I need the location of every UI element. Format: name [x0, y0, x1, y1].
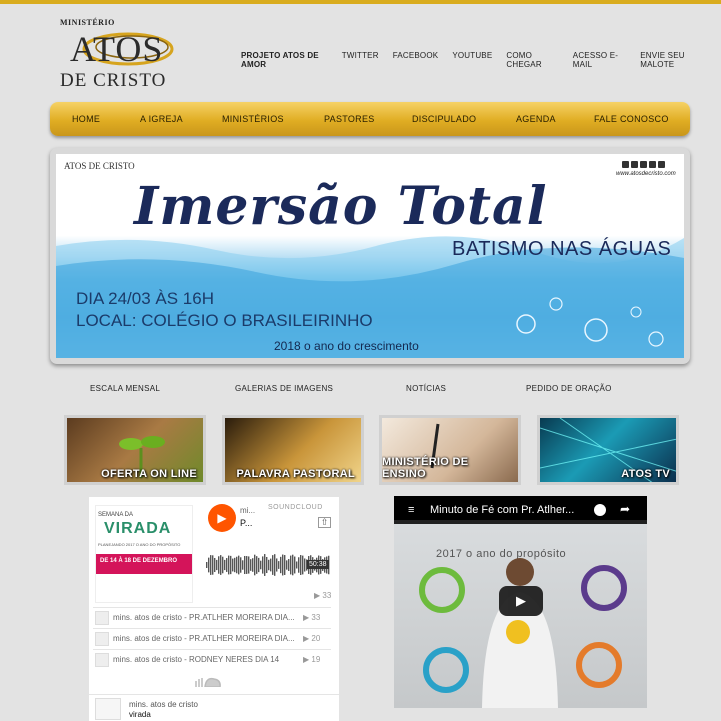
banner-logo: ATOS DE CRISTO [64, 161, 135, 171]
track-plays: ▶ 33 [303, 613, 321, 622]
soundcloud-duration: 50:38 [307, 560, 329, 569]
track-thumb [95, 653, 109, 667]
art-line3: PLANEJANDO 2017 O ANO DO PROPÓSITO [98, 542, 181, 547]
top-accent-bar [0, 0, 721, 4]
thumb-oferta[interactable]: OFERTA ON LINE [64, 415, 206, 485]
top-link-como-chegar[interactable]: COMO CHEGAR [506, 51, 558, 69]
nav-home[interactable]: HOME [72, 114, 100, 124]
art-line1: SEMANA DA [98, 512, 134, 518]
nav-ministerios[interactable]: MINISTÉRIOS [222, 114, 284, 124]
track-row[interactable]: mins. atos de cristo - RODNEY NERES DIA … [93, 649, 331, 669]
soundcloud-artist[interactable]: mi... [240, 506, 255, 515]
soundcloud-footer[interactable]: mins. atos de cristo virada [89, 694, 339, 721]
track-title: mins. atos de cristo - PR.ATLHER MOREIRA… [113, 613, 295, 622]
top-link-twitter[interactable]: TWITTER [342, 51, 379, 69]
share-arrow-icon[interactable]: ➦ [620, 502, 630, 516]
banner-title: Imersão Total [134, 176, 548, 237]
thumb-ensino-label: MINISTÉRIO DE ENSINO [382, 456, 469, 480]
link-pedido-oracao[interactable]: PEDIDO DE ORAÇÃO [526, 384, 612, 393]
soundcloud-brand[interactable]: SOUNDCLOUD [268, 504, 323, 511]
main-nav: HOME A IGREJA MINISTÉRIOS PASTORES DISCI… [50, 102, 690, 136]
banner-subtitle: BATISMO NAS ÁGUAS [452, 238, 672, 260]
logo-de-cristo: DE CRISTO [60, 70, 167, 91]
thumb-oferta-label: OFERTA ON LINE [101, 468, 197, 480]
art-line4: DE 14 À 18 DE DEZEMBRO [100, 558, 178, 564]
thumb-ensino[interactable]: MINISTÉRIO DE ENSINO [379, 415, 521, 485]
link-noticias[interactable]: NOTÍCIAS [406, 384, 446, 393]
nav-fale-conosco[interactable]: FALE CONOSCO [594, 114, 669, 124]
soundcloud-widget: SEMANA DA VIRADA PLANEJANDO 2017 O ANO D… [89, 497, 339, 721]
track-plays-count: 33 [311, 613, 321, 622]
share-icon[interactable]: ⇧ [318, 517, 331, 528]
nav-discipulado[interactable]: DISCIPULADO [412, 114, 476, 124]
footer-artist: mins. atos de cristo [129, 700, 198, 709]
banner-year: 2018 o ano do crescimento [274, 339, 419, 353]
nav-pastores[interactable]: PASTORES [324, 114, 375, 124]
track-plays-count: 19 [311, 655, 321, 664]
youtube-play-button[interactable]: ▶ [499, 586, 543, 616]
top-link-malote[interactable]: ENVIE SEU MALOTE [640, 51, 707, 69]
footer-track: virada [129, 710, 151, 719]
banner-local: LOCAL: COLÉGIO O BRASILEIRINHO [76, 311, 373, 330]
thumb-palavra[interactable]: PALAVRA PASTORAL [222, 415, 364, 485]
thumb-palavra-label: PALAVRA PASTORAL [236, 468, 355, 480]
footer-avatar [95, 698, 121, 720]
soundcloud-plays: ▶ 33 [314, 591, 332, 600]
track-plays: ▶ 19 [303, 655, 321, 664]
logo-atos: ATOS [70, 29, 164, 69]
track-plays: ▶ 20 [303, 634, 321, 643]
track-thumb [95, 611, 109, 625]
banner-date: DIA 24/03 ÀS 16H [76, 289, 214, 308]
soundcloud-cloud-icon[interactable] [192, 675, 222, 687]
site-logo[interactable]: MINISTÉRIO ATOS DE CRISTO [56, 18, 174, 92]
top-link-facebook[interactable]: FACEBOOK [393, 51, 439, 69]
track-row[interactable]: mins. atos de cristo - PR.ATLHER MOREIRA… [93, 628, 331, 648]
nav-agenda[interactable]: AGENDA [516, 114, 556, 124]
link-escala-mensal[interactable]: ESCALA MENSAL [90, 384, 160, 393]
banner-social-icons [622, 161, 665, 168]
youtube-embed[interactable]: 2017 o ano do propósito ≡ Minuto de Fé c… [394, 496, 647, 708]
track-row[interactable]: mins. atos de cristo - PR.ATLHER MOREIRA… [93, 607, 331, 627]
track-thumb [95, 632, 109, 646]
soundcloud-play-button[interactable]: ▶ [208, 504, 236, 532]
youtube-title[interactable]: Minuto de Fé com Pr. Atlher... [430, 504, 574, 516]
art-line2: VIRADA [104, 520, 172, 537]
soundcloud-plays-count: 33 [322, 591, 332, 600]
banner-image: ATOS DE CRISTO www.atosdecristo.com Imer… [56, 154, 684, 358]
track-title: mins. atos de cristo - RODNEY NERES DIA … [113, 655, 280, 664]
track-plays-count: 20 [311, 634, 321, 643]
top-link-youtube[interactable]: YOUTUBE [452, 51, 492, 69]
top-link-acesso-email[interactable]: ACESSO E-MAIL [573, 51, 626, 69]
banner-date-block: DIA 24/03 ÀS 16H LOCAL: COLÉGIO O BRASIL… [76, 288, 373, 332]
soundcloud-artwork[interactable]: SEMANA DA VIRADA PLANEJANDO 2017 O ANO D… [95, 505, 193, 603]
top-links: PROJETO ATOS DE AMOR TWITTER FACEBOOK YO… [241, 51, 721, 69]
youtube-header: ≡ Minuto de Fé com Pr. Atlher... ➦ [394, 496, 647, 524]
soundcloud-track[interactable]: P... [240, 518, 252, 528]
link-galerias[interactable]: GALERIAS DE IMAGENS [235, 384, 333, 393]
track-title: mins. atos de cristo - PR.ATLHER MOREIRA… [113, 634, 295, 643]
top-link-projeto[interactable]: PROJETO ATOS DE AMOR [241, 51, 328, 69]
playlist-icon[interactable]: ≡ [408, 504, 414, 516]
nav-a-igreja[interactable]: A IGREJA [140, 114, 183, 124]
thumb-atos-tv-label: ATOS TV [621, 468, 670, 480]
watch-later-icon[interactable] [594, 504, 606, 516]
banner-url: www.atosdecristo.com [616, 171, 676, 177]
thumb-atos-tv[interactable]: ATOS TV [537, 415, 679, 485]
hero-banner[interactable]: ATOS DE CRISTO www.atosdecristo.com Imer… [50, 148, 690, 364]
